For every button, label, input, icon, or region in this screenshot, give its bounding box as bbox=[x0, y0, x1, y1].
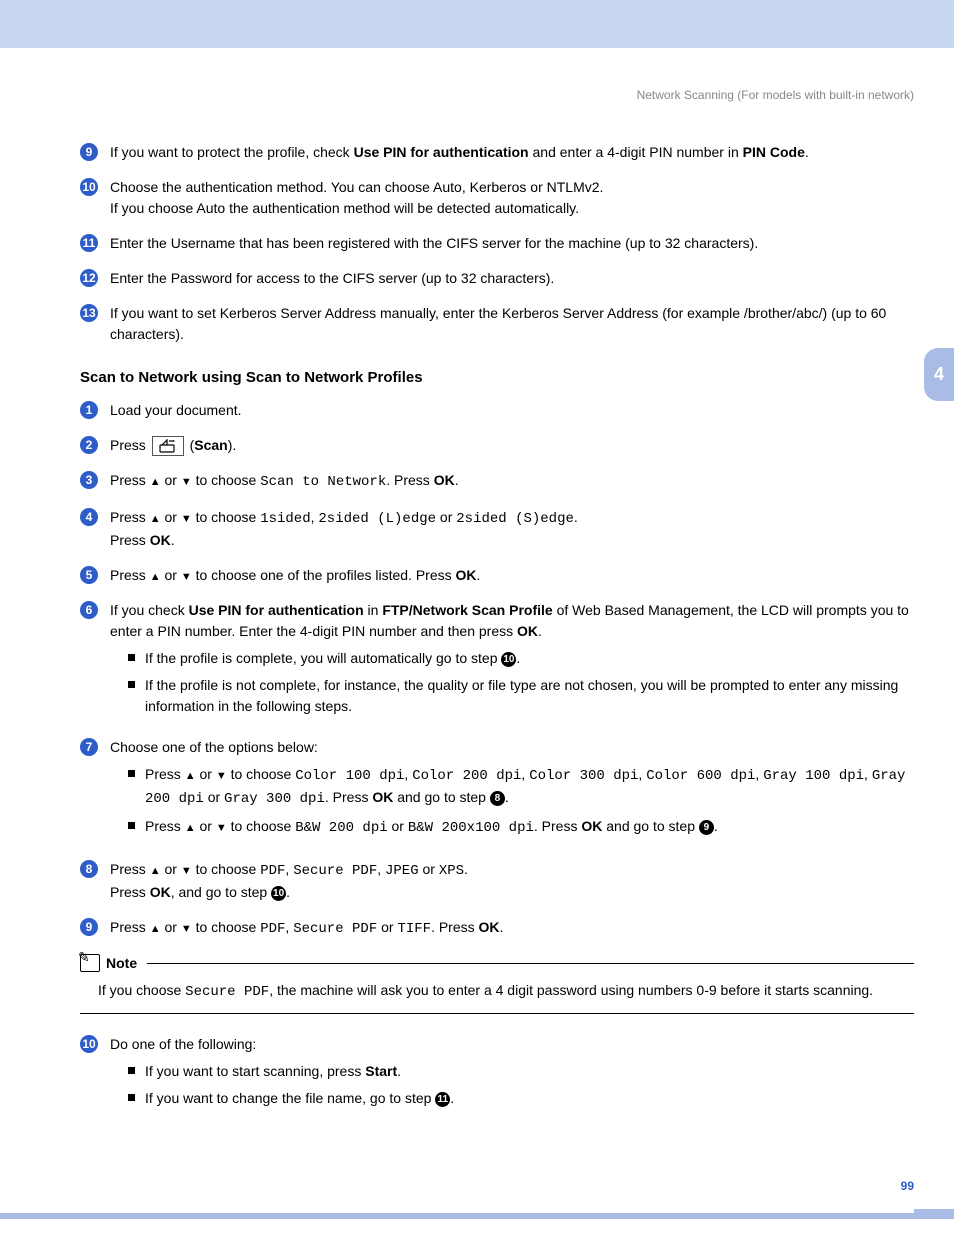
step-bullet: 12 bbox=[80, 269, 98, 287]
section-c-steps: 10 Do one of the following:If you want to… bbox=[80, 1034, 914, 1115]
step-bullet: 2 bbox=[80, 436, 98, 454]
sub-item: If the profile is complete, you will aut… bbox=[128, 648, 914, 669]
step-body: If you check Use PIN for authentication … bbox=[110, 600, 914, 723]
top-header-band bbox=[0, 0, 954, 48]
step-9: 9 If you want to protect the profile, che… bbox=[80, 142, 914, 163]
step-bullet: 9 bbox=[80, 918, 98, 936]
sub-item-text: If the profile is complete, you will aut… bbox=[145, 648, 520, 669]
note-body: If you choose Secure PDF, the machine wi… bbox=[80, 976, 914, 1014]
note-block: Note If you choose Secure PDF, the machi… bbox=[80, 954, 914, 1014]
sub-item: If you want to start scanning, press Sta… bbox=[128, 1061, 914, 1082]
step-body: Choose the authentication method. You ca… bbox=[110, 177, 914, 219]
sub-item: Press or to choose Color 100 dpi, Color … bbox=[128, 764, 914, 810]
step-4: 4 Press or to choose 1sided, 2sided (L)ed… bbox=[80, 507, 914, 551]
step-bullet: 3 bbox=[80, 471, 98, 489]
step-bullet: 10 bbox=[80, 178, 98, 196]
step-body: Choose one of the options below:Press or… bbox=[110, 737, 914, 845]
section-b-steps: 1 Load your document. 2 Press (Scan). 3 Press… bbox=[80, 400, 914, 940]
step-10: 10 Choose the authentication method. You … bbox=[80, 177, 914, 219]
sub-list: Press or to choose Color 100 dpi, Color … bbox=[128, 764, 914, 839]
sub-item-text: If the profile is not complete, for inst… bbox=[145, 675, 914, 717]
page-footer: 99 bbox=[0, 1149, 954, 1219]
step-bullet: 13 bbox=[80, 304, 98, 322]
step-bullet: 8 bbox=[80, 860, 98, 878]
step-body: Enter the Username that has been registe… bbox=[110, 233, 914, 254]
step-body: Load your document. bbox=[110, 400, 914, 421]
scan-hardware-button-icon bbox=[152, 436, 184, 456]
step-8: 8 Press or to choose PDF, Secure PDF, JPE… bbox=[80, 859, 914, 903]
step-body: If you want to set Kerberos Server Addre… bbox=[110, 303, 914, 345]
sub-item: If the profile is not complete, for inst… bbox=[128, 675, 914, 717]
note-label: Note bbox=[106, 955, 137, 971]
step-body: Do one of the following:If you want to s… bbox=[110, 1034, 914, 1115]
sub-item-text: Press or to choose Color 100 dpi, Color … bbox=[145, 764, 914, 810]
square-bullet-icon bbox=[128, 770, 135, 777]
square-bullet-icon bbox=[128, 1094, 135, 1101]
page-number: 99 bbox=[901, 1179, 914, 1193]
step-9: 9 Press or to choose PDF, Secure PDF or T… bbox=[80, 917, 914, 940]
sub-item: If you want to change the file name, go … bbox=[128, 1088, 914, 1109]
step-bullet: 9 bbox=[80, 143, 98, 161]
chapter-tab: 4 bbox=[924, 348, 954, 401]
step-body: Press or to choose PDF, Secure PDF, JPEG… bbox=[110, 859, 914, 903]
step-bullet: 5 bbox=[80, 566, 98, 584]
step-body: Press or to choose 1sided, 2sided (L)edg… bbox=[110, 507, 914, 551]
step-2: 2 Press (Scan). bbox=[80, 435, 914, 456]
step-13: 13 If you want to set Kerberos Server Add… bbox=[80, 303, 914, 345]
step-bullet: 10 bbox=[80, 1035, 98, 1053]
step-bullet: 1 bbox=[80, 401, 98, 419]
step-bullet: 6 bbox=[80, 601, 98, 619]
step-11: 11 Enter the Username that has been regis… bbox=[80, 233, 914, 254]
step-body: Press or to choose one of the profiles l… bbox=[110, 565, 914, 586]
step-bullet: 11 bbox=[80, 234, 98, 252]
step-5: 5 Press or to choose one of the profiles … bbox=[80, 565, 914, 586]
section-a-steps: 9 If you want to protect the profile, che… bbox=[80, 142, 914, 345]
square-bullet-icon bbox=[128, 681, 135, 688]
step-7: 7 Choose one of the options below:Press o… bbox=[80, 737, 914, 845]
section-b-title: Scan to Network using Scan to Network Pr… bbox=[80, 369, 914, 386]
step-12: 12 Enter the Password for access to the C… bbox=[80, 268, 914, 289]
step-1: 1 Load your document. bbox=[80, 400, 914, 421]
sub-item-text: Press or to choose B&W 200 dpi or B&W 20… bbox=[145, 816, 718, 839]
step-10: 10 Do one of the following:If you want to… bbox=[80, 1034, 914, 1115]
step-body: Press or to choose PDF, Secure PDF or TI… bbox=[110, 917, 914, 940]
note-icon bbox=[80, 954, 100, 972]
square-bullet-icon bbox=[128, 822, 135, 829]
step-body: If you want to protect the profile, chec… bbox=[110, 142, 914, 163]
square-bullet-icon bbox=[128, 654, 135, 661]
square-bullet-icon bbox=[128, 1067, 135, 1074]
sub-item: Press or to choose B&W 200 dpi or B&W 20… bbox=[128, 816, 914, 839]
step-3: 3 Press or to choose Scan to Network. Pre… bbox=[80, 470, 914, 493]
step-body: Press or to choose Scan to Network. Pres… bbox=[110, 470, 914, 493]
sub-list: If the profile is complete, you will aut… bbox=[128, 648, 914, 717]
sub-list: If you want to start scanning, press Sta… bbox=[128, 1061, 914, 1109]
sub-item-text: If you want to start scanning, press Sta… bbox=[145, 1061, 401, 1082]
step-6: 6 If you check Use PIN for authentication… bbox=[80, 600, 914, 723]
page-content: Network Scanning (For models with built-… bbox=[0, 48, 954, 1149]
running-header: Network Scanning (For models with built-… bbox=[80, 88, 914, 102]
step-bullet: 7 bbox=[80, 738, 98, 756]
step-bullet: 4 bbox=[80, 508, 98, 526]
sub-item-text: If you want to change the file name, go … bbox=[145, 1088, 454, 1109]
step-body: Enter the Password for access to the CIF… bbox=[110, 268, 914, 289]
step-body: Press (Scan). bbox=[110, 435, 914, 456]
